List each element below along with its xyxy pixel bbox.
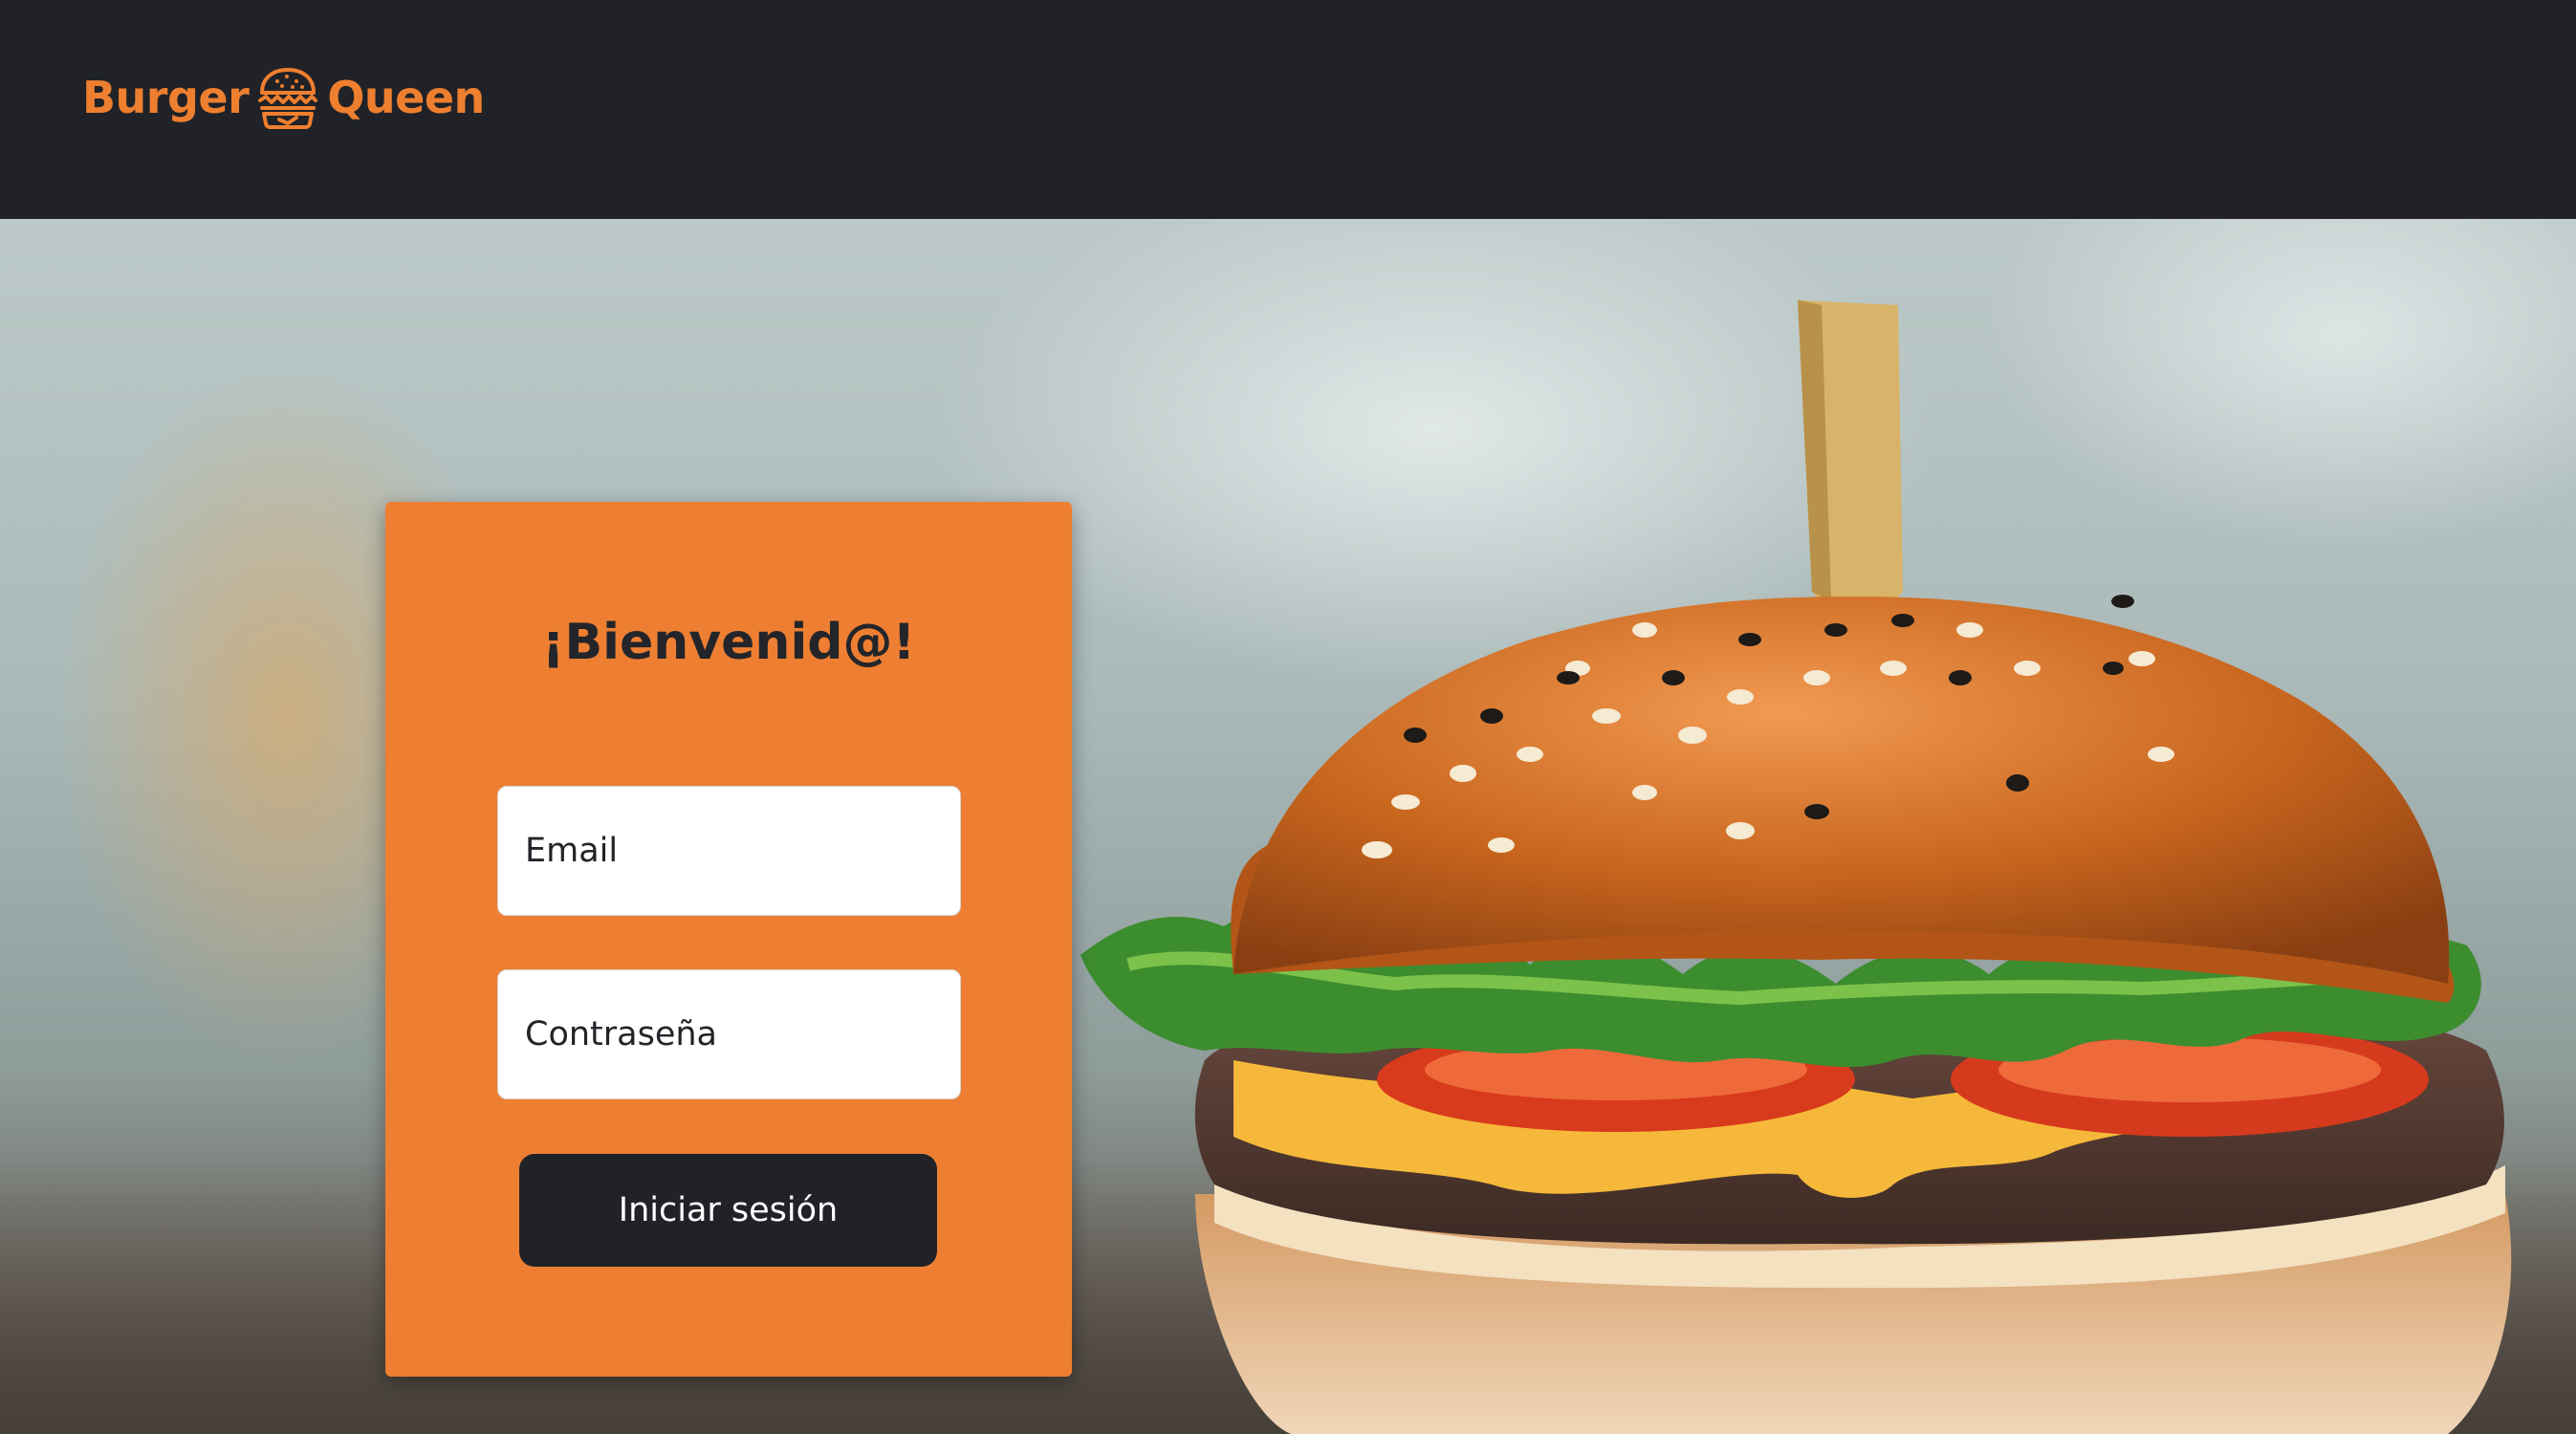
burger-icon (258, 68, 318, 129)
password-field[interactable] (497, 969, 961, 1099)
login-button[interactable]: Iniciar sesión (519, 1154, 937, 1267)
hero-section: ¡Bienvenid@! Iniciar sesión (0, 219, 2576, 1434)
logo-text-right: Queen (327, 72, 485, 123)
brand-logo[interactable]: Burger Queen (82, 63, 485, 132)
welcome-title: ¡Bienvenid@! (541, 614, 916, 671)
logo-text-left: Burger (82, 72, 250, 123)
top-navbar: Burger Queen (0, 0, 2576, 219)
email-field[interactable] (497, 786, 961, 916)
login-card: ¡Bienvenid@! Iniciar sesión (385, 502, 1072, 1377)
